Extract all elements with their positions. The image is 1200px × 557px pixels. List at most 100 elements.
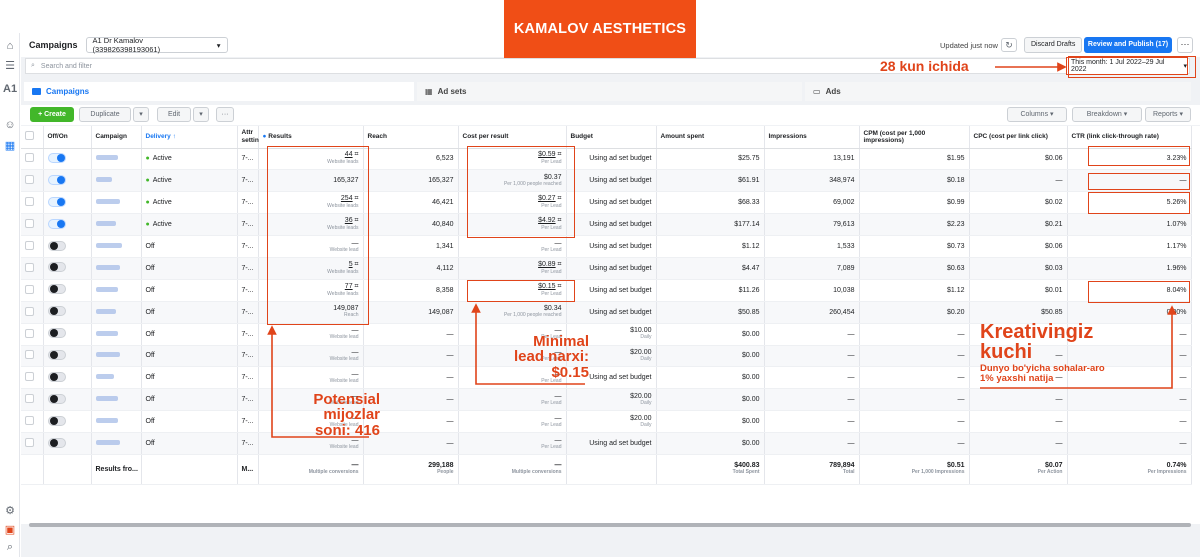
campaign-name-redacted[interactable] bbox=[95, 177, 112, 183]
select-all-checkbox[interactable] bbox=[25, 131, 34, 141]
face-icon[interactable]: ☺ bbox=[3, 118, 17, 132]
row-checkbox[interactable] bbox=[25, 438, 34, 448]
col-cpc[interactable]: CPC (cost per link click) bbox=[969, 126, 1068, 149]
row-select[interactable] bbox=[21, 301, 44, 324]
campaign-name[interactable] bbox=[91, 213, 142, 237]
row-checkbox[interactable] bbox=[25, 306, 34, 316]
row-toggle[interactable] bbox=[43, 279, 92, 302]
table-row[interactable]: ● Active 7-... 36 ⌗ Website leads 40,840 $4.92… bbox=[21, 213, 1192, 237]
row-select[interactable] bbox=[21, 235, 44, 258]
col-budget[interactable]: Budget bbox=[566, 126, 657, 149]
table-row[interactable]: ● Active 7-... 44 ⌗ Website leads 6,523 $0.59 … bbox=[21, 148, 1192, 171]
campaign-name-redacted[interactable] bbox=[95, 199, 120, 205]
row-select[interactable] bbox=[21, 169, 44, 193]
create-button[interactable]: + Create bbox=[30, 107, 74, 122]
table-icon[interactable]: ▦ bbox=[3, 139, 17, 153]
row-select[interactable] bbox=[21, 388, 44, 412]
toggle-switch[interactable] bbox=[47, 196, 66, 207]
row-toggle[interactable] bbox=[43, 191, 92, 215]
home-icon[interactable]: ⌂ bbox=[3, 39, 17, 53]
discard-drafts-button[interactable]: Discard Drafts bbox=[1024, 37, 1083, 53]
edit-button[interactable]: Edit bbox=[157, 107, 191, 122]
row-select[interactable] bbox=[21, 345, 44, 368]
campaign-name-redacted[interactable] bbox=[95, 264, 120, 270]
campaign-name[interactable] bbox=[91, 301, 142, 324]
col-reach[interactable]: Reach bbox=[363, 126, 459, 149]
col-ctr[interactable]: CTR (link click-through rate) bbox=[1067, 126, 1192, 149]
more-options-button[interactable]: ··· bbox=[1177, 37, 1193, 53]
row-checkbox[interactable] bbox=[25, 394, 34, 404]
campaign-name-redacted[interactable] bbox=[95, 374, 114, 380]
row-select[interactable] bbox=[21, 366, 44, 390]
campaign-name[interactable] bbox=[91, 388, 142, 412]
refresh-icon[interactable]: ↻ bbox=[1001, 38, 1017, 52]
row-toggle[interactable] bbox=[43, 235, 92, 258]
toggle-switch[interactable] bbox=[47, 371, 66, 382]
campaign-name-redacted[interactable] bbox=[95, 352, 120, 358]
toggle-switch[interactable] bbox=[47, 328, 66, 339]
col-delivery[interactable]: Delivery ↑ bbox=[141, 126, 238, 149]
table-row[interactable]: ● Active 7-... 165,327 165,327 $0.37 Per 1,000… bbox=[21, 169, 1192, 193]
campaign-name[interactable] bbox=[91, 257, 142, 280]
tab-campaigns[interactable]: Campaigns bbox=[24, 82, 414, 101]
campaign-name-redacted[interactable] bbox=[95, 396, 118, 402]
tab-ads[interactable]: ▭ Ads bbox=[805, 82, 1191, 101]
select-all-header[interactable] bbox=[21, 126, 44, 149]
row-select[interactable] bbox=[21, 191, 44, 215]
row-toggle[interactable] bbox=[43, 432, 92, 455]
campaign-name[interactable] bbox=[91, 148, 142, 171]
row-checkbox[interactable] bbox=[25, 241, 34, 250]
campaign-name-redacted[interactable] bbox=[95, 330, 118, 336]
campaign-name[interactable] bbox=[91, 279, 142, 302]
table-row[interactable]: ● Active 7-... 254 ⌗ Website leads 46,421 $0.2… bbox=[21, 191, 1192, 215]
col-amount-spent[interactable]: Amount spent bbox=[656, 126, 765, 149]
campaign-name[interactable] bbox=[91, 345, 142, 368]
row-toggle[interactable] bbox=[43, 388, 92, 412]
col-campaign[interactable]: Campaign bbox=[91, 126, 142, 149]
toggle-switch[interactable] bbox=[47, 306, 66, 317]
row-select[interactable] bbox=[21, 148, 44, 171]
duplicate-button[interactable]: Duplicate bbox=[79, 107, 131, 122]
row-checkbox[interactable] bbox=[25, 350, 34, 360]
row-toggle[interactable] bbox=[43, 148, 92, 171]
toggle-switch[interactable] bbox=[47, 174, 66, 185]
table-row[interactable]: Off 7-... 77 ⌗ Website leads 8,358 $0.15 ⌗ Per… bbox=[21, 279, 1192, 302]
row-checkbox[interactable] bbox=[25, 175, 34, 185]
campaign-name-redacted[interactable] bbox=[95, 286, 118, 292]
campaign-name[interactable] bbox=[91, 366, 142, 390]
search-icon[interactable]: ⌕ bbox=[3, 540, 17, 554]
campaign-name-redacted[interactable] bbox=[95, 308, 116, 314]
row-select[interactable] bbox=[21, 323, 44, 346]
gear-icon[interactable]: ⚙ bbox=[3, 504, 17, 518]
campaign-name[interactable] bbox=[91, 323, 142, 346]
row-toggle[interactable] bbox=[43, 257, 92, 280]
toggle-switch[interactable] bbox=[47, 393, 66, 404]
row-select[interactable] bbox=[21, 213, 44, 237]
col-cost-per-result[interactable]: Cost per result bbox=[458, 126, 567, 149]
campaign-name[interactable] bbox=[91, 432, 142, 455]
duplicate-menu-button[interactable]: ▾ bbox=[133, 107, 149, 122]
toggle-switch[interactable] bbox=[47, 240, 66, 251]
campaign-name[interactable] bbox=[91, 410, 142, 434]
notification-icon[interactable]: ▣ bbox=[3, 523, 17, 537]
tab-ad-sets[interactable]: ▦ Ad sets bbox=[417, 82, 802, 101]
row-select[interactable] bbox=[21, 410, 44, 434]
toggle-switch[interactable] bbox=[47, 262, 66, 273]
col-attribution[interactable]: Attr settin bbox=[237, 126, 259, 149]
search-input[interactable]: Search and filter bbox=[41, 63, 92, 70]
table-row[interactable]: Off 7-... — Website lead — — Per Lead $20.00 Dai… bbox=[21, 388, 1192, 412]
campaign-name-redacted[interactable] bbox=[95, 155, 118, 161]
col-off-on[interactable]: Off/On bbox=[43, 126, 92, 149]
table-row[interactable]: Off 7-... — Website lead — — Per Lead $20.00 Dai… bbox=[21, 410, 1192, 434]
campaign-name[interactable] bbox=[91, 191, 142, 215]
row-toggle[interactable] bbox=[43, 410, 92, 434]
campaign-name[interactable] bbox=[91, 169, 142, 193]
col-results[interactable]: ● Results bbox=[258, 126, 364, 149]
toggle-switch[interactable] bbox=[47, 218, 66, 229]
row-checkbox[interactable] bbox=[25, 328, 34, 338]
row-toggle[interactable] bbox=[43, 213, 92, 237]
table-row[interactable]: Off 7-... — Website lead — — Per Lead Using ad … bbox=[21, 432, 1192, 455]
col-cpm[interactable]: CPM (cost per 1,000 impressions) bbox=[859, 126, 970, 149]
toggle-switch[interactable] bbox=[47, 349, 66, 360]
row-checkbox[interactable] bbox=[25, 372, 34, 382]
